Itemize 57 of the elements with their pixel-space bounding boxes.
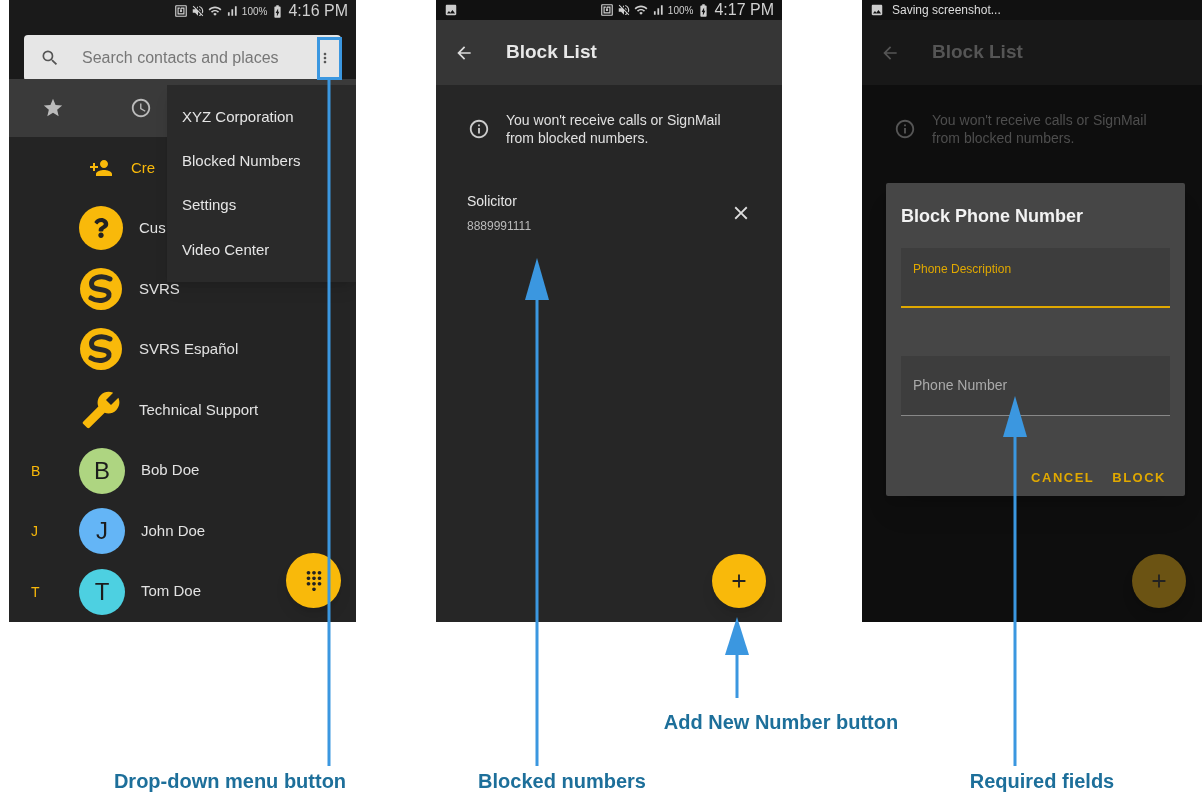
dialog-button[interactable]: BLOCK [1112,468,1166,488]
nfc-icon [173,4,188,18]
mute-icon [616,3,631,17]
create-contact-label[interactable]: Cre [131,156,156,180]
clock-time: 4:16 PM [288,1,348,21]
blocked-number: 8889991111 [467,218,533,235]
callout-label: Blocked numbers [478,769,646,792]
input-field[interactable]: Phone Description [901,248,1170,308]
clock-tab-icon[interactable] [130,96,152,119]
info-icon [894,118,916,140]
blocked-name: Solicitor [467,192,518,211]
contact-avatar: T [79,568,125,615]
wifi-icon [207,4,222,18]
info-text: You won't receive calls or SignMail from blocked numbers. [506,111,722,147]
contact-name[interactable]: Bob Doe [141,459,200,482]
help-avatar-icon [79,206,123,251]
contact-avatar: J [79,508,125,555]
screenshot-notification-icon [444,3,458,17]
wifi-icon [633,3,648,17]
screen-title: Block List [506,40,597,65]
logo-icon [79,266,123,311]
input-field[interactable]: Phone Number [901,356,1170,416]
search-icon [40,48,60,68]
dialog-button[interactable]: CANCEL [1031,468,1095,488]
section-letter: T [31,583,40,600]
section-letter: J [31,523,38,540]
menu-item[interactable]: Video Center [167,227,356,272]
dialpad-button[interactable] [286,553,341,608]
clock-time: 4:17 PM [714,0,774,20]
notification-text: Saving screenshot... [892,2,1001,19]
add-number-button[interactable] [712,554,766,608]
mute-icon [190,4,205,18]
menu-item[interactable]: XYZ Corporation [167,95,356,140]
search-placeholder: Search contacts and places [82,48,280,68]
logo-icon [79,327,123,372]
battery-level: 100% [667,3,694,18]
contact-name[interactable]: SVRS Español [139,338,239,361]
contact-name[interactable]: Technical Support [139,398,259,422]
callout-label: Drop-down menu button [113,769,347,792]
callout-label: Required fields [969,769,1115,792]
section-letter: B [31,462,41,479]
callout-label: Add New Number button [663,710,899,735]
contact-name[interactable]: Tom Doe [141,580,202,603]
contact-name[interactable]: Cus [139,217,166,240]
dialog-title: Block Phone Number [901,205,1085,228]
screenshot-notification-icon [870,3,884,17]
menu-item[interactable]: Blocked Numbers [167,139,356,184]
battery-level: 100% [241,4,268,19]
contact-name[interactable]: SVRS [139,277,180,301]
info-text: You won't receive calls or SignMail from blocked numbers. [932,111,1148,147]
menu-item[interactable]: Settings [167,183,356,228]
search-field[interactable]: Search contacts and places [24,35,341,81]
screen-title: Block List [932,40,1023,65]
nfc-icon [599,3,614,17]
contact-name[interactable]: John Doe [141,519,206,543]
info-icon [468,118,490,140]
contact-avatar: B [79,447,125,494]
